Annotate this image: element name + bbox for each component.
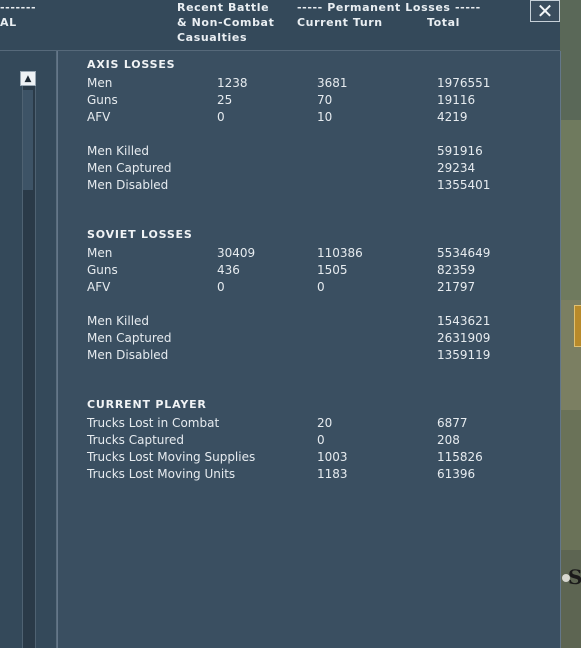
soviet-current-value: 1505 xyxy=(317,263,348,277)
player-current-value: 0 xyxy=(317,433,325,447)
map-edge[interactable]: S xyxy=(560,0,581,648)
close-button[interactable]: ✕ xyxy=(530,0,560,22)
player-row-label: Trucks Captured xyxy=(87,433,185,447)
axis-recent-value: 25 xyxy=(217,93,233,107)
player-current-value: 20 xyxy=(317,416,333,430)
left-header-tail: AL xyxy=(0,16,17,29)
soviet-detail-total: 2631909 xyxy=(437,331,491,345)
player-row-label: Trucks Lost in Combat xyxy=(87,416,220,430)
axis-detail-total: 29234 xyxy=(437,161,476,175)
current-player-title: CURRENT PLAYER xyxy=(87,398,207,411)
scroll-up-button[interactable]: ▲ xyxy=(20,71,36,86)
soviet-recent-value: 436 xyxy=(217,263,240,277)
axis-current-value: 70 xyxy=(317,93,333,107)
current-turn-header: Current Turn xyxy=(297,16,383,29)
column-header: ------- AL Recent Battle & Non-Combat Ca… xyxy=(0,0,560,51)
axis-detail-total: 591916 xyxy=(437,144,483,158)
permanent-losses-header: ----- Permanent Losses ----- xyxy=(297,1,481,14)
map-label: S xyxy=(568,565,581,589)
soviet-row-label: Men xyxy=(87,246,113,260)
axis-row-label: Men xyxy=(87,76,113,90)
soviet-detail-total: 1359119 xyxy=(437,348,491,362)
unit-counter[interactable] xyxy=(574,305,581,347)
soviet-total-value: 5534649 xyxy=(437,246,491,260)
player-row-label: Trucks Lost Moving Supplies xyxy=(87,450,256,464)
axis-row-label: AFV xyxy=(87,110,111,124)
soviet-current-value: 110386 xyxy=(317,246,363,260)
soviet-total-value: 21797 xyxy=(437,280,476,294)
soviet-losses-title: SOVIET LOSSES xyxy=(87,228,193,241)
axis-total-value: 4219 xyxy=(437,110,468,124)
soviet-detail-label: Men Killed xyxy=(87,314,150,328)
soviet-current-value: 0 xyxy=(317,280,325,294)
soviet-detail-label: Men Disabled xyxy=(87,348,169,362)
soviet-row-label: Guns xyxy=(87,263,118,277)
soviet-recent-value: 30409 xyxy=(217,246,256,260)
player-total-value: 115826 xyxy=(437,450,483,464)
soviet-recent-value: 0 xyxy=(217,280,225,294)
axis-detail-label: Men Killed xyxy=(87,144,150,158)
losses-window: S ------- AL Recent Battle & Non-Combat … xyxy=(0,0,581,648)
axis-recent-value: 0 xyxy=(217,110,225,124)
arrow-up-icon: ▲ xyxy=(24,74,32,84)
player-total-value: 6877 xyxy=(437,416,468,430)
player-total-value: 208 xyxy=(437,433,460,447)
axis-detail-total: 1355401 xyxy=(437,178,491,192)
soviet-detail-total: 1543621 xyxy=(437,314,491,328)
axis-total-value: 19116 xyxy=(437,93,476,107)
soviet-total-value: 82359 xyxy=(437,263,476,277)
scrollbar-thumb[interactable] xyxy=(23,90,33,190)
player-total-value: 61396 xyxy=(437,467,476,481)
axis-losses-title: AXIS LOSSES xyxy=(87,58,176,71)
player-current-value: 1183 xyxy=(317,467,348,481)
axis-row-label: Guns xyxy=(87,93,118,107)
soviet-row-label: AFV xyxy=(87,280,111,294)
soviet-detail-label: Men Captured xyxy=(87,331,172,345)
close-icon: ✕ xyxy=(536,0,554,23)
player-current-value: 1003 xyxy=(317,450,348,464)
axis-current-value: 10 xyxy=(317,110,333,124)
axis-recent-value: 1238 xyxy=(217,76,248,90)
axis-detail-label: Men Captured xyxy=(87,161,172,175)
left-header-dashes: ------- xyxy=(0,1,37,14)
total-header: Total xyxy=(427,16,461,29)
recent-battle-header-2: & Non-Combat xyxy=(177,16,275,29)
player-row-label: Trucks Lost Moving Units xyxy=(87,467,236,481)
axis-detail-label: Men Disabled xyxy=(87,178,169,192)
recent-battle-header-1: Recent Battle xyxy=(177,1,270,14)
recent-battle-header-3: Casualties xyxy=(177,31,248,44)
axis-total-value: 1976551 xyxy=(437,76,491,90)
axis-current-value: 3681 xyxy=(317,76,348,90)
